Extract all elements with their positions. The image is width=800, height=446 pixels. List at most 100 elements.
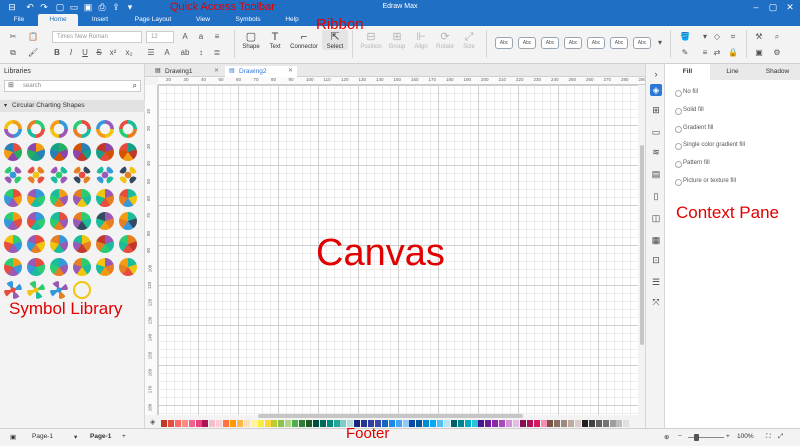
library-shape[interactable] [27,212,45,230]
arrow-style-icon[interactable]: ⇄ [712,48,722,58]
tab-line[interactable]: Line [710,64,755,80]
library-shape[interactable] [96,166,114,184]
library-shape[interactable] [119,120,137,138]
palette-swatch[interactable] [236,420,243,427]
style-preset[interactable]: Abc [518,37,536,49]
library-shape[interactable] [50,212,68,230]
palette-swatch[interactable] [388,420,395,427]
library-shape[interactable] [50,235,68,253]
select-tool[interactable]: ⇱ Select [322,30,348,50]
group-tool[interactable]: ⊞ Group [386,30,408,50]
palette-swatch[interactable] [526,420,533,427]
library-shape[interactable] [50,258,68,276]
library-shape[interactable] [4,189,22,207]
library-shape[interactable] [119,235,137,253]
style-preset[interactable]: Abc [541,37,559,49]
fill-option-picture[interactable]: Picture or texture fill [675,178,736,186]
rail-collapse-icon[interactable]: › [650,68,662,80]
library-shape[interactable] [73,120,91,138]
page-icon[interactable]: ▤ [650,168,662,180]
palette-swatch[interactable] [623,420,630,427]
zoom-slider-thumb[interactable] [694,434,699,441]
palette-swatch[interactable] [581,420,588,427]
fill-option-gradient[interactable]: Gradient fill [675,125,713,133]
text-case-icon[interactable]: ab [180,48,190,58]
palette-swatch[interactable] [188,420,195,427]
library-shape[interactable] [27,189,45,207]
palette-swatch[interactable] [499,420,506,427]
palette-swatch[interactable] [195,420,202,427]
library-shape[interactable] [96,212,114,230]
palette-swatch[interactable] [519,420,526,427]
palette-swatch[interactable] [257,420,264,427]
zoom-level[interactable]: 100% [737,433,754,440]
italic-icon[interactable]: I [66,48,76,58]
fill-option-solid[interactable]: Solid fill [675,107,704,115]
text-pane-icon[interactable]: ▯ [650,190,662,202]
fill-icon[interactable]: 🪣 [680,32,690,42]
fill-dropdown-icon[interactable]: ▾ [700,32,710,42]
library-shape[interactable] [73,166,91,184]
palette-swatch[interactable] [409,420,416,427]
menu-home[interactable]: Home [38,14,78,26]
palette-swatch[interactable] [402,420,409,427]
library-shape[interactable] [73,235,91,253]
library-category-header[interactable]: ▾ Circular Charting Shapes [0,100,145,112]
library-shape[interactable] [4,212,22,230]
palette-swatch[interactable] [602,420,609,427]
palette-swatch[interactable] [478,420,485,427]
fill-pane-icon[interactable]: ◈ [650,84,662,96]
palette-swatch[interactable] [271,420,278,427]
image-icon[interactable]: ▭ [650,126,662,138]
library-shape[interactable] [50,189,68,207]
rotate-tool[interactable]: ⟳ Rotate [434,30,456,50]
layers-icon[interactable]: ≋ [650,146,662,158]
strikethrough-icon[interactable]: S [94,48,104,58]
fill-bucket-icon[interactable]: ◈ [150,418,155,426]
underline-icon[interactable]: U [80,48,90,58]
palette-swatch[interactable] [506,420,512,427]
size-tool[interactable]: ⤢ Size [458,30,480,50]
library-shape[interactable] [27,120,45,138]
palette-swatch[interactable] [609,420,616,427]
line-icon[interactable]: ◇ [712,32,722,42]
minimize-icon[interactable]: – [750,1,762,13]
library-shape[interactable] [119,189,137,207]
library-shape[interactable] [96,258,114,276]
palette-swatch[interactable] [209,420,216,427]
palette-swatch[interactable] [616,420,623,427]
style-preset[interactable]: Abc [495,37,513,49]
maximize-icon[interactable]: ▢ [767,1,779,13]
bold-icon[interactable]: B [52,48,62,58]
palette-swatch[interactable] [471,420,478,427]
palette-swatch[interactable] [595,420,602,427]
line-style-icon[interactable]: ✎ [680,48,690,58]
library-shape[interactable] [119,166,137,184]
position-tool[interactable]: ⊟ Position [358,30,384,50]
palette-swatch[interactable] [312,420,319,427]
lock-icon[interactable]: 🔒 [728,48,738,58]
font-name-select[interactable]: Times New Roman [52,31,142,43]
line-spacing-icon[interactable]: ↕ [196,48,206,58]
library-shape[interactable] [119,258,137,276]
palette-swatch[interactable] [167,420,174,427]
palette-swatch[interactable] [319,420,326,427]
palette-swatch[interactable] [230,420,236,427]
fit-icon[interactable]: ⤧ [650,296,662,308]
format-painter-icon[interactable]: 🖌 [28,48,38,58]
copy-icon[interactable]: ⧉ [8,48,18,58]
palette-swatch[interactable] [181,420,188,427]
paste-icon[interactable]: 📋 [28,32,38,42]
library-shape[interactable] [96,143,114,161]
shape-data-icon[interactable]: ⊞ [650,104,662,116]
palette-swatch[interactable] [202,420,209,427]
font-shrink-icon[interactable]: a [196,32,206,42]
library-shape[interactable] [4,166,22,184]
palette-swatch[interactable] [299,420,305,427]
palette-swatch[interactable] [492,420,499,427]
menu-help[interactable]: Help [280,14,304,26]
palette-swatch[interactable] [416,420,423,427]
palette-swatch[interactable] [437,420,443,427]
menu-page-layout[interactable]: Page Layout [128,14,178,26]
tab-drawing2[interactable]: ▤ Drawing2 ✕ [225,66,297,77]
